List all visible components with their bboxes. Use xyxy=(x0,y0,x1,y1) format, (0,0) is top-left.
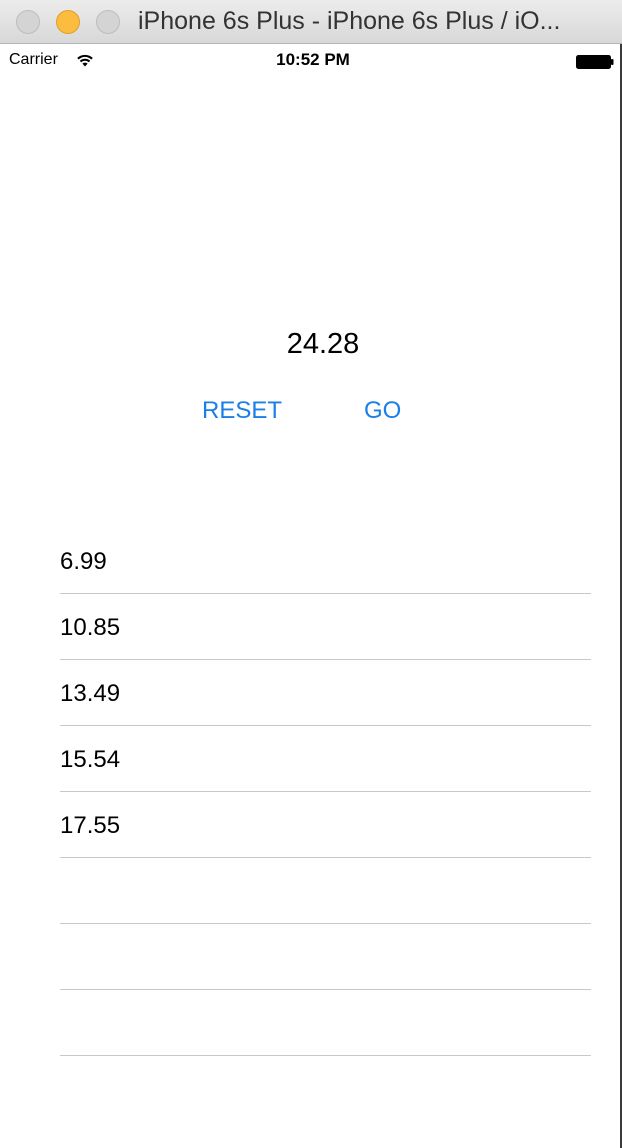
battery-full-icon xyxy=(576,55,614,69)
simulator-window: iPhone 6s Plus - iPhone 6s Plus / iO... … xyxy=(0,0,622,1148)
lap-row[interactable]: 17.55 xyxy=(60,792,591,858)
lap-row-empty[interactable] xyxy=(60,990,591,1056)
timer-display: 24.28 xyxy=(286,328,360,360)
lap-list: 6.99 10.85 13.49 15.54 17.55 xyxy=(60,528,591,1056)
lap-row[interactable]: 13.49 xyxy=(60,660,591,726)
lap-row[interactable]: 6.99 xyxy=(60,528,591,594)
lap-row[interactable]: 15.54 xyxy=(60,726,591,792)
lap-row-empty[interactable] xyxy=(60,858,591,924)
lap-time: 17.55 xyxy=(60,812,121,839)
lap-row-empty[interactable] xyxy=(60,924,591,990)
lap-row[interactable]: 10.85 xyxy=(60,594,591,660)
status-bar: Carrier 10:52 PM xyxy=(0,44,622,76)
go-button[interactable]: GO xyxy=(364,397,401,425)
close-window-button[interactable] xyxy=(16,10,40,34)
window-title: iPhone 6s Plus - iPhone 6s Plus / iO... xyxy=(138,7,561,35)
status-time: 10:52 PM xyxy=(276,50,350,69)
minimize-window-button[interactable] xyxy=(56,10,80,34)
lap-time: 15.54 xyxy=(60,746,121,773)
lap-time: 10.85 xyxy=(60,614,121,641)
reset-button[interactable]: RESET xyxy=(202,397,282,425)
window-title-bar: iPhone 6s Plus - iPhone 6s Plus / iO... xyxy=(0,0,622,44)
lap-time: 6.99 xyxy=(60,548,107,575)
lap-time: 13.49 xyxy=(60,680,121,707)
zoom-window-button[interactable] xyxy=(96,10,120,34)
